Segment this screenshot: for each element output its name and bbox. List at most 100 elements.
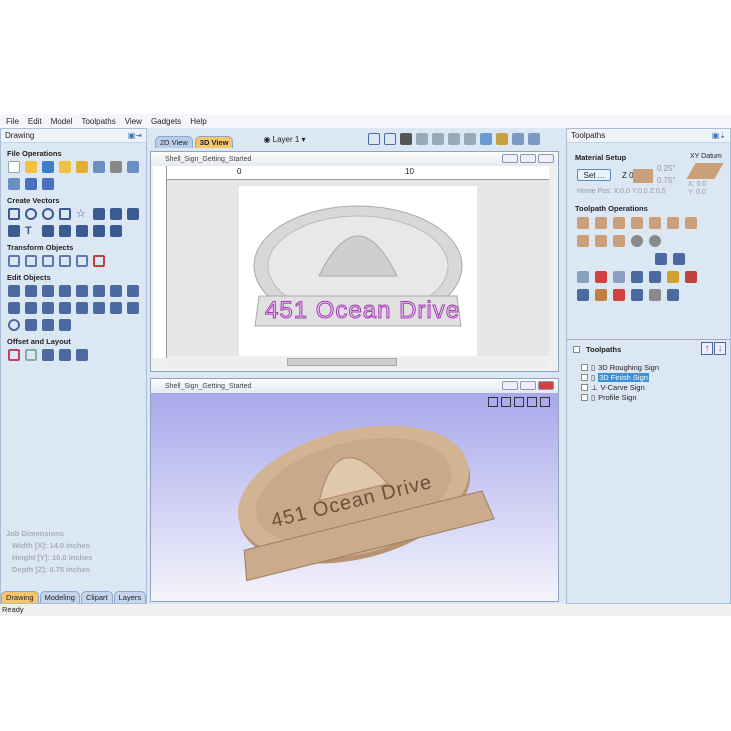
roughing-icon[interactable]: [631, 235, 643, 247]
close-button[interactable]: [538, 381, 554, 390]
menu-view[interactable]: View: [125, 117, 142, 126]
quick-engrave-icon[interactable]: [631, 217, 643, 229]
weld-icon[interactable]: [110, 285, 122, 297]
ellipse-icon[interactable]: [25, 208, 37, 220]
node-select-icon[interactable]: [25, 285, 37, 297]
polygon-icon[interactable]: [59, 208, 71, 220]
view-right-icon[interactable]: [540, 397, 550, 407]
trim-icon[interactable]: [25, 302, 37, 314]
spiral-icon[interactable]: [8, 225, 20, 237]
menu-gadgets[interactable]: Gadgets: [151, 117, 181, 126]
sign-text-2d[interactable]: 451 Ocean Drive: [264, 297, 460, 325]
toolpath-item[interactable]: ▯ 3D Finish Sign: [581, 372, 659, 382]
copy-along-icon[interactable]: [59, 349, 71, 361]
join-icon[interactable]: [93, 285, 105, 297]
measure-icon[interactable]: [110, 225, 122, 237]
circular-array-icon[interactable]: [42, 349, 54, 361]
set-button[interactable]: Set ...: [577, 169, 611, 181]
view-top-icon[interactable]: [501, 397, 511, 407]
toolpath-item[interactable]: ▯ 3D Roughing Sign: [581, 362, 659, 372]
toolpaths-all-checkbox[interactable]: [573, 346, 580, 353]
layout-icon[interactable]: [511, 133, 524, 145]
scissors-icon[interactable]: [42, 302, 54, 314]
toolpath-checkbox[interactable]: [581, 363, 588, 371]
group-icon[interactable]: [59, 285, 71, 297]
horizontal-scrollbar[interactable]: [167, 358, 549, 368]
move-up-button[interactable]: ↑: [701, 342, 713, 355]
oval-icon[interactable]: [8, 319, 20, 331]
extend-icon[interactable]: [59, 319, 71, 331]
templates-icon[interactable]: [673, 253, 685, 265]
edit-icon[interactable]: [649, 271, 661, 283]
subtract-icon[interactable]: [127, 285, 139, 297]
polyline-icon[interactable]: [93, 208, 105, 220]
text-icon[interactable]: T: [25, 225, 37, 237]
curve-icon[interactable]: [127, 208, 139, 220]
check-icon[interactable]: [110, 302, 122, 314]
minimize-button[interactable]: [502, 154, 518, 163]
fluting-icon[interactable]: [667, 217, 679, 229]
pin-icon[interactable]: ▣⇣: [712, 131, 726, 140]
circle-icon[interactable]: [42, 208, 54, 220]
text-on-curve-icon[interactable]: [42, 225, 54, 237]
array-icon[interactable]: [25, 349, 37, 361]
tiling-icon[interactable]: [667, 271, 679, 283]
preview-icon[interactable]: [655, 253, 667, 265]
rotate-view-icon[interactable]: [479, 133, 492, 145]
measure-tool-icon[interactable]: [495, 133, 508, 145]
intersect-icon[interactable]: [8, 302, 20, 314]
copy-icon[interactable]: [127, 161, 139, 173]
merge-icon[interactable]: [631, 271, 643, 283]
cut-icon[interactable]: [110, 161, 122, 173]
view-front-icon[interactable]: [514, 397, 524, 407]
tab-3d-view[interactable]: 3D View: [194, 136, 234, 148]
menu-help[interactable]: Help: [190, 117, 206, 126]
bitmap-trace-icon[interactable]: [76, 225, 88, 237]
summary-icon[interactable]: [577, 271, 589, 283]
mirror-icon[interactable]: [59, 255, 71, 267]
save-icon[interactable]: [42, 161, 54, 173]
maximize-button[interactable]: [520, 381, 536, 390]
inlay-icon[interactable]: [577, 235, 589, 247]
open-file-icon[interactable]: [25, 161, 37, 173]
menu-file[interactable]: File: [6, 117, 19, 126]
tab-drawing[interactable]: Drawing: [1, 591, 39, 603]
finishing-icon[interactable]: [649, 235, 661, 247]
texture-icon[interactable]: [613, 235, 625, 247]
rectangle-icon[interactable]: [8, 208, 20, 220]
vcarve-icon[interactable]: [649, 217, 661, 229]
chevron-left-icon[interactable]: [76, 302, 88, 314]
nesting-icon[interactable]: [76, 349, 88, 361]
toolpath-checkbox[interactable]: [581, 373, 588, 381]
rotate-icon[interactable]: [42, 255, 54, 267]
fillet-icon[interactable]: [59, 302, 71, 314]
drilling-toolpath-icon[interactable]: [613, 217, 625, 229]
select-icon[interactable]: [8, 285, 20, 297]
layer-dropdown[interactable]: ◉ Layer 1 ▾: [263, 135, 305, 144]
zoom-all-icon[interactable]: [447, 133, 460, 145]
redo-icon[interactable]: [42, 178, 54, 190]
toolpath-settings-icon[interactable]: [595, 289, 607, 301]
moulding-icon[interactable]: [595, 235, 607, 247]
close-vector-icon[interactable]: [25, 319, 37, 331]
paste-icon[interactable]: [8, 178, 20, 190]
chevron-right-icon[interactable]: [42, 319, 54, 331]
ungroup-icon[interactable]: [76, 285, 88, 297]
drawing-canvas[interactable]: 451 Ocean Drive: [167, 180, 549, 356]
scale-icon[interactable]: [25, 255, 37, 267]
maximize-button[interactable]: [520, 154, 536, 163]
vertical-scrollbar[interactable]: [549, 180, 558, 356]
close-button[interactable]: [538, 154, 554, 163]
menu-edit[interactable]: Edit: [28, 117, 42, 126]
move-down-button[interactable]: ↓: [714, 342, 726, 355]
star-icon[interactable]: ☆: [76, 208, 88, 220]
layout2-icon[interactable]: [527, 133, 540, 145]
prism-icon[interactable]: [685, 217, 697, 229]
snap-icon[interactable]: [367, 133, 380, 145]
tab-layers[interactable]: Layers: [113, 591, 147, 603]
3d-viewport[interactable]: 451 Ocean Drive: [151, 393, 558, 601]
delete-preview-icon[interactable]: [595, 271, 607, 283]
toolpath-checkbox[interactable]: [581, 383, 588, 391]
interactive-icon[interactable]: [42, 285, 54, 297]
node-edit-icon[interactable]: [93, 225, 105, 237]
